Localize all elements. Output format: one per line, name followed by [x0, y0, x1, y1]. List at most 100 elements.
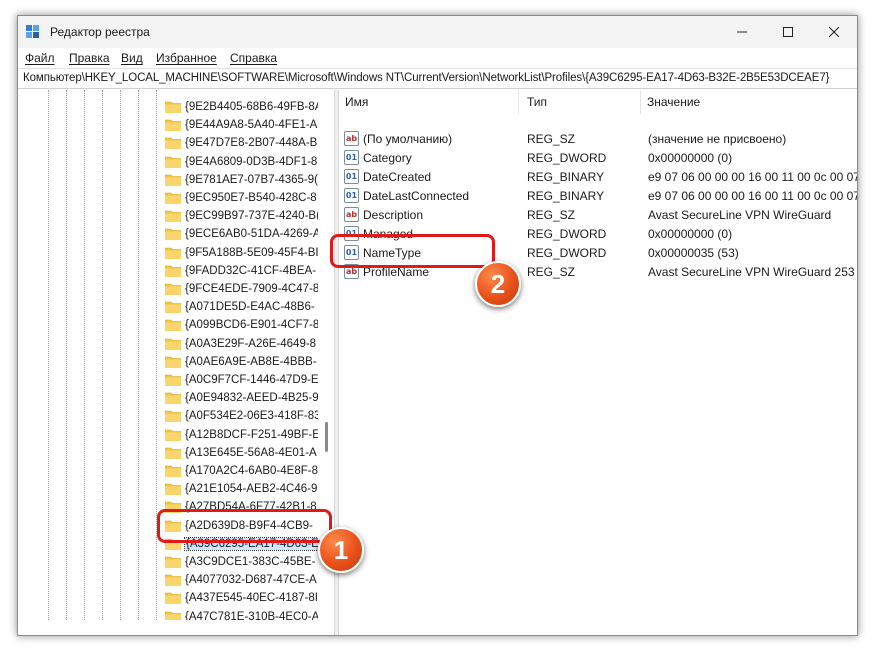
- tree-item-label: {9EC950E7-B540-428C-8: [185, 192, 317, 204]
- tree-item-label: {A0A3E29F-A26E-4649-8: [185, 337, 317, 350]
- tree-item[interactable]: {A099BCD6-E901-4CF7-8: [165, 316, 334, 334]
- values-horizontal-scrollbar[interactable]: [339, 620, 857, 635]
- tree-item-label: {A437E545-40EC-4187-8I: [185, 592, 318, 605]
- callout-highlight-2: [330, 234, 495, 268]
- folder-icon: [165, 574, 181, 587]
- column-header-name[interactable]: Имя: [339, 90, 519, 114]
- folder-icon: [165, 374, 181, 386]
- tree-item-label: {9F5A188B-5E09-45F4-BI: [185, 246, 319, 259]
- column-header-value[interactable]: Значение: [641, 90, 857, 114]
- tree-item[interactable]: {A0F534E2-06E3-418F-83: [165, 407, 334, 425]
- folder-icon: [165, 320, 181, 332]
- value-name: Description: [363, 208, 424, 222]
- tree-horizontal-scrollbar[interactable]: [18, 620, 334, 635]
- tree-item-label: {9FADD32C-41CF-4BEA-: [185, 264, 317, 277]
- tree-item[interactable]: {9FADD32C-41CF-4BEA-: [165, 262, 334, 280]
- address-path[interactable]: Компьютер\HKEY_LOCAL_MACHINE\SOFTWARE\Mi…: [23, 72, 829, 84]
- folder-icon: [165, 429, 181, 441]
- value-name: DateCreated: [363, 170, 432, 184]
- folder-icon: [165, 593, 181, 605]
- tree-item[interactable]: {A12B8DCF-F251-49BF-E: [165, 426, 334, 444]
- tree-item-label: {9E781AE7-07B7-4365-9(: [185, 173, 318, 186]
- tree-item[interactable]: {9E47D7E8-2B07-448A-B: [165, 134, 334, 152]
- value-data: 0x00000000 (0): [648, 227, 733, 241]
- folder-icon: [165, 447, 181, 459]
- folder-icon: [165, 392, 181, 405]
- tree-item[interactable]: {9ECE6AB0-51DA-4269-A: [165, 225, 334, 243]
- minimize-icon: [737, 31, 747, 33]
- registry-editor-window: Редактор реестра Файл Правка Вид Избранн…: [17, 15, 858, 636]
- value-row[interactable]: 01 Category REG_DWORD 0x00000000 (0): [339, 149, 857, 168]
- minimize-button[interactable]: [719, 16, 765, 48]
- tree-item[interactable]: {9E4A6809-0D3B-4DF1-8: [165, 153, 334, 171]
- callout-badge-2: 2: [475, 261, 521, 307]
- tree-item-label: {9E47D7E8-2B07-448A-B: [185, 137, 318, 150]
- callout-highlight-1: [157, 509, 332, 543]
- menu-help[interactable]: Справка: [230, 51, 277, 65]
- menu-favorites[interactable]: Избранное: [156, 51, 217, 65]
- menu-view[interactable]: Вид: [121, 51, 143, 65]
- value-data: Avast SecureLine VPN WireGuard 253: [648, 265, 855, 279]
- value-data: e9 07 06 00 00 00 16 00 11 00 0c 00 07 0…: [648, 189, 858, 203]
- tree-item[interactable]: {A437E545-40EC-4187-8I: [165, 589, 334, 607]
- tree-item-label: {A071DE5D-E4AC-48B6-: [185, 301, 315, 314]
- value-type: REG_SZ: [527, 208, 576, 222]
- close-button[interactable]: [811, 16, 857, 48]
- tree-guide-line: [84, 90, 85, 620]
- tree-item[interactable]: {9F5A188B-5E09-45F4-BI: [165, 244, 334, 262]
- tree-item[interactable]: {9E2B4405-68B6-49FB-8A: [165, 98, 334, 116]
- column-header-type[interactable]: Тип: [521, 90, 641, 114]
- tree-item-label: {A21E1054-AEB2-4C46-9: [185, 483, 318, 496]
- folder-icon: [165, 483, 181, 496]
- title-bar[interactable]: Редактор реестра: [18, 16, 857, 48]
- tree-item[interactable]: {A071DE5D-E4AC-48B6-: [165, 298, 334, 316]
- tree-item[interactable]: {A0C9F7CF-1446-47D9-E: [165, 371, 334, 389]
- tree-item[interactable]: {A21E1054-AEB2-4C46-9: [165, 480, 334, 498]
- value-row[interactable]: ab Description REG_SZ Avast SecureLine VPN …: [339, 206, 857, 225]
- menu-bar: Файл Правка Вид Избранное Справка: [18, 48, 857, 68]
- value-type: REG_BINARY: [527, 189, 605, 203]
- value-type: REG_BINARY: [527, 170, 605, 184]
- callout-badge-1: 1: [318, 527, 364, 573]
- value-name: Category: [363, 151, 412, 165]
- folder-icon: [165, 229, 181, 241]
- tree-item-label: {A47C781E-310B-4EC0-A: [185, 610, 320, 620]
- menu-edit[interactable]: Правка: [69, 51, 110, 65]
- value-name: (По умолчанию): [363, 132, 453, 146]
- value-type: REG_DWORD: [527, 246, 607, 260]
- tree-item[interactable]: {9FCE4EDE-7909-4C47-8: [165, 280, 334, 298]
- value-row[interactable]: 01 DateLastConnected REG_BINARY e9 07 06 00…: [339, 187, 858, 206]
- tree-item[interactable]: {9E44A9A8-5A40-4FE1-A: [165, 116, 334, 134]
- tree-guide-line: [102, 90, 103, 620]
- folder-icon: [165, 556, 181, 568]
- tree-item[interactable]: {A47C781E-310B-4EC0-A: [165, 608, 334, 620]
- maximize-button[interactable]: [765, 16, 811, 48]
- tree-item[interactable]: {A3C9DCE1-383C-45BE-: [165, 553, 334, 571]
- tree-item-label: {A0F534E2-06E3-418F-83: [185, 410, 321, 423]
- value-data: 0x00000000 (0): [648, 151, 733, 165]
- values-list[interactable]: Имя Тип Значение ab (По умолчанию) REG_SZ (…: [339, 90, 858, 620]
- tree-item[interactable]: {A170A2C4-6AB0-4E8F-8: [165, 462, 334, 480]
- tree-guide-line: [48, 90, 49, 620]
- folder-icon: [165, 356, 181, 368]
- reg-binary-icon: 01: [344, 169, 359, 184]
- tree-item-label: {9EC99B97-737E-4240-B(: [185, 210, 320, 223]
- value-row[interactable]: ab (По умолчанию) REG_SZ (значение не присв…: [339, 130, 857, 149]
- tree-scrollbar-thumb[interactable]: [325, 422, 328, 452]
- value-type: REG_SZ: [527, 265, 576, 279]
- tree-item[interactable]: {9E781AE7-07B7-4365-9(: [165, 171, 334, 189]
- tree-item[interactable]: {9EC950E7-B540-428C-8: [165, 189, 334, 207]
- address-bar[interactable]: Компьютер\HKEY_LOCAL_MACHINE\SOFTWARE\Mi…: [18, 68, 857, 89]
- value-data: (значение не присвоено): [648, 132, 787, 146]
- tree-item[interactable]: {A0A3E29F-A26E-4649-8: [165, 335, 334, 353]
- tree-item-label: {A0C9F7CF-1446-47D9-E: [185, 374, 319, 386]
- tree-item[interactable]: {A13E645E-56A8-4E01-A: [165, 444, 334, 462]
- tree-item[interactable]: {A4077032-D687-47CE-A: [165, 571, 334, 589]
- tree-item[interactable]: {9EC99B97-737E-4240-B(: [165, 207, 334, 225]
- menu-file[interactable]: Файл: [25, 51, 55, 65]
- tree-item[interactable]: {A0E94832-AEED-4B25-9: [165, 389, 334, 407]
- value-row[interactable]: 01 DateCreated REG_BINARY e9 07 06 00 00 00…: [339, 168, 857, 187]
- tree-item[interactable]: {A0AE6A9E-AB8E-4BBB-: [165, 353, 334, 371]
- tree-guide-line: [66, 90, 67, 620]
- tree-item-label: {A099BCD6-E901-4CF7-8: [185, 319, 320, 332]
